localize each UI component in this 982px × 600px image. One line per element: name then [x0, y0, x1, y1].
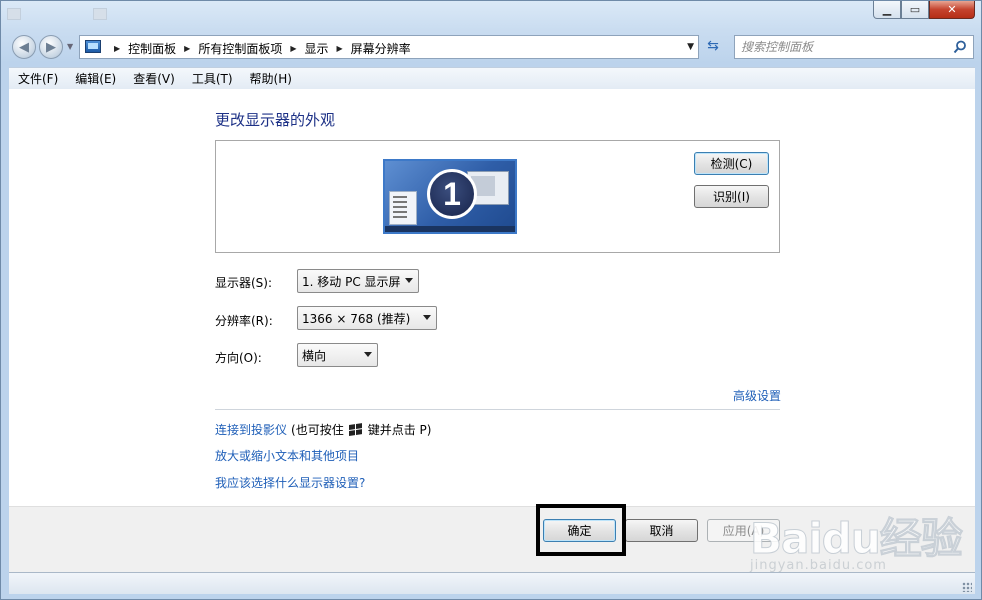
status-bar: [9, 572, 975, 594]
control-panel-window: ▁ ▭ ✕ ◀ ▶ ▼ ▶ 控制面板 ▶ 所有控制面板项 ▶ 显示 ▶ 屏幕分辨…: [0, 0, 982, 600]
resolution-label: 分辨率(R):: [215, 314, 273, 328]
search-icon[interactable]: [953, 40, 967, 54]
navigation-bar: ◀ ▶ ▼ ▶ 控制面板 ▶ 所有控制面板项 ▶ 显示 ▶ 屏幕分辨率 ▼ ⇆: [1, 32, 981, 62]
breadcrumb-resolution[interactable]: 屏幕分辨率: [351, 40, 411, 57]
breadcrumb-display[interactable]: 显示: [305, 40, 329, 57]
dropdown-arrow-icon: [405, 278, 413, 283]
monitor-taskbar-graphic: [385, 226, 515, 232]
close-button[interactable]: ✕: [929, 1, 975, 19]
menu-bar: 文件(F) 编辑(E) 查看(V) 工具(T) 帮助(H): [9, 67, 975, 89]
connect-projector-link[interactable]: 连接到投影仪: [215, 421, 287, 438]
monitor-preview-panel: 1 检测(C) 识别(I): [215, 140, 780, 253]
back-button[interactable]: ◀: [12, 35, 36, 59]
breadcrumb-chevron-icon[interactable]: ▶: [184, 44, 190, 53]
control-panel-icon: [85, 40, 101, 53]
advanced-settings-link[interactable]: 高级设置: [733, 387, 781, 404]
monitor-1-thumbnail[interactable]: 1: [383, 159, 517, 234]
identify-button[interactable]: 识别(I): [694, 185, 769, 208]
breadcrumb-chevron-icon[interactable]: ▶: [290, 44, 296, 53]
title-ghost-item: [7, 7, 85, 21]
projector-hint-suffix: 键并点击 P): [367, 423, 432, 437]
title-ghost-item: [93, 7, 163, 21]
search-input[interactable]: [741, 39, 941, 55]
monitor-number-badge: 1: [427, 169, 477, 219]
title-bar: ▁ ▭ ✕: [1, 1, 981, 31]
orientation-label: 方向(O):: [215, 351, 262, 365]
display-label: 显示器(S):: [215, 276, 273, 290]
recent-pages-dropdown[interactable]: ▼: [67, 42, 73, 51]
page-title: 更改显示器的外观: [215, 111, 336, 129]
breadcrumb-control-panel[interactable]: 控制面板: [128, 40, 176, 57]
minimize-button[interactable]: ▁: [873, 1, 901, 19]
folder-icon: [93, 8, 107, 20]
text-size-link[interactable]: 放大或缩小文本和其他项目: [215, 447, 359, 464]
content-area: 更改显示器的外观 1 检测(C) 识别(I) 显示器(S): 1. 移动 PC …: [9, 89, 975, 506]
forward-button[interactable]: ▶: [39, 35, 63, 59]
detect-button[interactable]: 检测(C): [694, 152, 769, 175]
apply-button[interactable]: 应用(A): [707, 519, 780, 542]
maximize-button[interactable]: ▭: [901, 1, 929, 19]
display-select[interactable]: 1. 移动 PC 显示屏: [297, 269, 419, 293]
caption-buttons: ▁ ▭ ✕: [873, 1, 975, 21]
orientation-select-value: 横向: [302, 348, 327, 363]
projector-row: 连接到投影仪 (也可按住 键并点击 P): [215, 421, 431, 438]
breadcrumb-chevron-icon[interactable]: ▶: [337, 44, 343, 53]
dialog-footer: 确定 取消 应用(A): [9, 506, 975, 572]
menu-tools[interactable]: 工具(T): [183, 70, 241, 87]
breadcrumb: ▶ 控制面板 ▶ 所有控制面板项 ▶ 显示 ▶ 屏幕分辨率: [106, 40, 411, 57]
which-settings-link[interactable]: 我应该选择什么显示器设置?: [215, 474, 365, 491]
breadcrumb-chevron-icon[interactable]: ▶: [114, 44, 120, 53]
display-select-value: 1. 移动 PC 显示屏: [302, 274, 401, 289]
arrow-left-icon: ◀: [19, 39, 29, 55]
resolution-select-value: 1366 × 768 (推荐): [302, 311, 411, 326]
dropdown-arrow-icon: [423, 315, 431, 320]
refresh-icon[interactable]: ⇆: [703, 38, 723, 56]
menu-file[interactable]: 文件(F): [9, 70, 66, 87]
projector-hint-prefix: (也可按住: [291, 423, 344, 437]
orientation-select[interactable]: 横向: [297, 343, 378, 367]
menu-help[interactable]: 帮助(H): [241, 70, 300, 87]
address-bar[interactable]: ▶ 控制面板 ▶ 所有控制面板项 ▶ 显示 ▶ 屏幕分辨率 ▼: [79, 35, 699, 59]
address-dropdown-icon[interactable]: ▼: [687, 42, 694, 52]
monitor-window-graphic: [389, 191, 417, 225]
ok-button-highlight-box: [536, 504, 626, 556]
resize-grip-icon[interactable]: [962, 582, 972, 592]
dropdown-arrow-icon: [364, 352, 372, 357]
search-box: [734, 35, 974, 59]
breadcrumb-all-items[interactable]: 所有控制面板项: [198, 40, 282, 57]
divider: [215, 409, 780, 410]
resolution-select[interactable]: 1366 × 768 (推荐): [297, 306, 437, 330]
menu-view[interactable]: 查看(V): [124, 70, 183, 87]
cancel-button[interactable]: 取消: [625, 519, 698, 542]
windows-logo-icon: [348, 422, 363, 437]
arrow-right-icon: ▶: [46, 39, 56, 55]
menu-edit[interactable]: 编辑(E): [66, 70, 124, 87]
window-icon: [7, 8, 21, 20]
